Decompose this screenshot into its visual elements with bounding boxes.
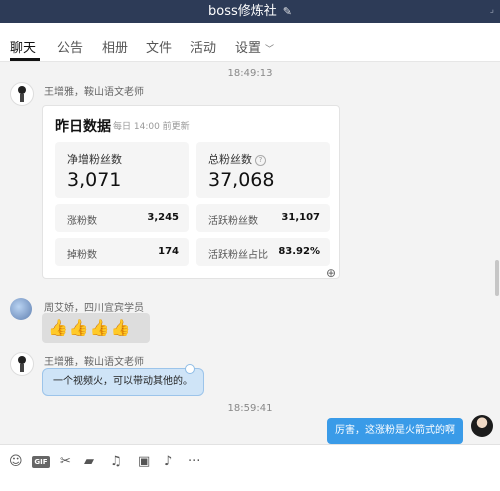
scrollbar[interactable] [495,260,499,296]
avatar[interactable] [10,352,34,376]
question-icon[interactable]: ? [255,155,266,166]
tab-chat[interactable]: 聊天 [10,37,36,56]
chevron-down-icon: ﹀ [265,45,275,55]
net-fans-value: 3,071 [67,169,122,191]
stat-row: 涨粉数 3,245 [55,204,189,232]
message-bubble[interactable]: 👍👍👍👍 [42,313,150,343]
window-title: boss修炼社 [208,4,277,19]
input-toolbar: ☺ GIF ✂ ▰ ♫ ▣ ♪ ··· [0,444,500,491]
my-message-bubble[interactable]: 厉害，这涨粉是火箭式的啊 [327,418,463,444]
gif-icon[interactable]: GIF [32,456,50,468]
sender-name: 周艾娇，四川宜宾学员 [44,303,144,314]
card-title: 昨日数据 [55,119,111,135]
stat-label: 活跃粉丝数 [208,216,258,227]
tab-files[interactable]: 文件 [146,37,172,56]
total-fans-box: 总粉丝数? 37,068 [196,142,330,198]
chat-area: 18:49:13 王增雅，鞍山语文老师 昨日数据 每日 14:00 前更新 净增… [0,62,500,444]
timestamp: 18:49:13 [227,68,273,79]
resize-corner-icon[interactable]: ⌟ [490,5,494,15]
avatar[interactable] [10,298,32,320]
scissors-icon[interactable]: ✂ [60,454,71,469]
avatar[interactable] [10,82,34,106]
total-fans-label-wrap: 总粉丝数? [208,151,266,167]
stat-value: 174 [158,246,179,257]
tab-events[interactable]: 活动 [190,37,216,56]
my-avatar[interactable] [471,415,493,437]
bell-icon[interactable]: ♪ [164,454,172,469]
tab-settings[interactable]: 设置 ﹀ [235,37,274,56]
card-subtitle: 每日 14:00 前更新 [113,122,190,132]
tab-bar: 聊天 公告 相册 文件 活动 设置 ﹀ [0,23,500,62]
tab-announcement[interactable]: 公告 [57,37,83,56]
message-bubble[interactable]: 一个视频火，可以带动其他的。 [42,368,204,396]
bubble-decoration [185,364,195,374]
pencil-icon[interactable]: ✎ [283,0,292,23]
title-bar: boss修炼社 ✎ [0,0,500,23]
tab-settings-label: 设置 [235,41,262,56]
total-fans-label: 总粉丝数 [208,153,252,166]
net-fans-box: 净增粉丝数 3,071 [55,142,189,198]
sender-name: 王增雅，鞍山语文老师 [44,357,144,368]
stat-value: 83.92% [278,246,320,257]
stat-row: 活跃粉丝数 31,107 [196,204,330,232]
stat-value: 3,245 [147,212,179,223]
net-fans-label: 净增粉丝数 [67,153,122,166]
more-icon[interactable]: ··· [188,454,200,469]
stat-value: 31,107 [281,212,320,223]
folder-icon[interactable]: ▰ [84,454,94,469]
tab-album[interactable]: 相册 [102,37,128,56]
image-icon[interactable]: ▣ [138,454,150,469]
stats-card[interactable]: 昨日数据 每日 14:00 前更新 净增粉丝数 3,071 总粉丝数? 37,0… [42,105,340,279]
total-fans-value: 37,068 [208,169,275,191]
stat-label: 掉粉数 [67,250,97,261]
music-icon[interactable]: ♫ [110,454,122,469]
active-tab-indicator [10,58,40,61]
emoji-icon[interactable]: ☺ [9,454,23,469]
stat-row: 活跃粉丝占比 83.92% [196,238,330,266]
zoom-in-icon[interactable]: ⊕ [326,266,336,280]
stat-label: 涨粉数 [67,216,97,227]
timestamp: 18:59:41 [227,403,273,414]
stat-label: 活跃粉丝占比 [208,250,268,261]
sender-name: 王增雅，鞍山语文老师 [44,87,144,98]
stat-row: 掉粉数 174 [55,238,189,266]
